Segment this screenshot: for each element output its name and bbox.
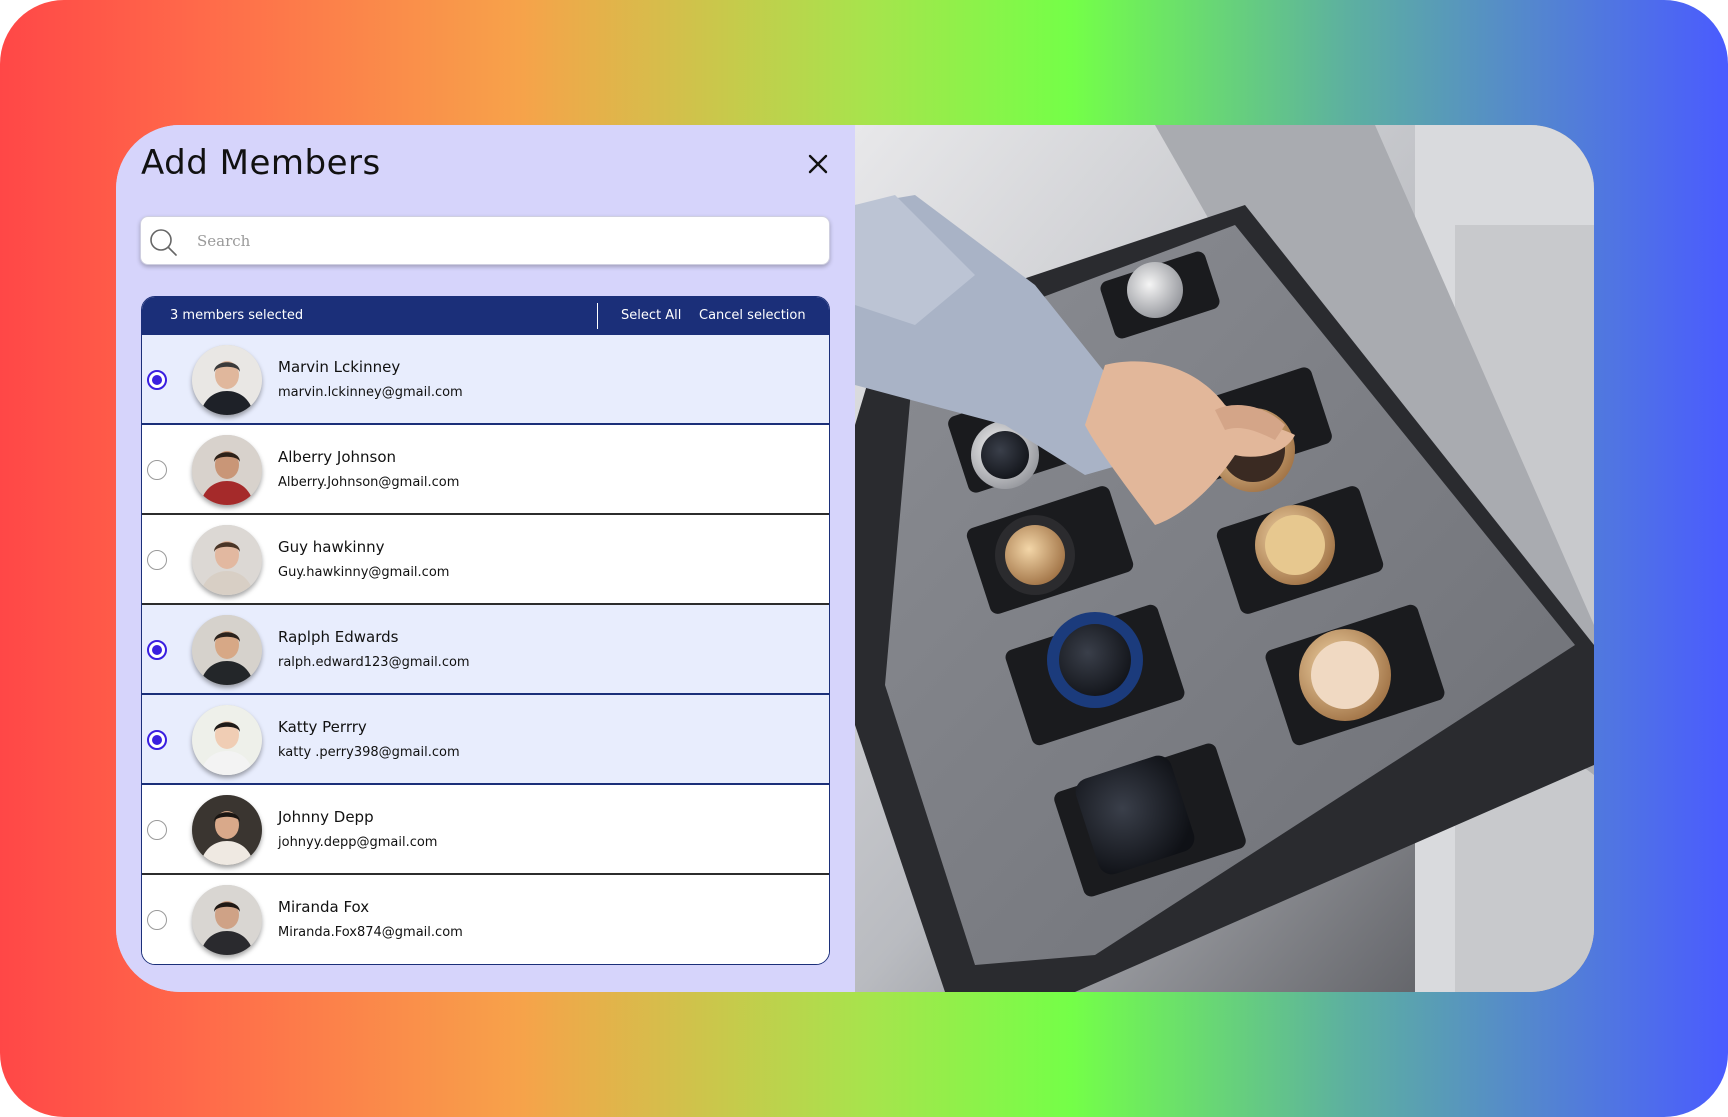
- member-row[interactable]: Johnny Depp johnyy.depp@gmail.com: [142, 785, 829, 875]
- member-name: Katty Perrry: [278, 718, 367, 736]
- gradient-background: Add Members 3 members selected Se: [0, 0, 1728, 1117]
- member-email: ralph.edward123@gmail.com: [278, 655, 470, 670]
- avatar: [192, 435, 262, 505]
- avatar: [192, 345, 262, 415]
- member-select-radio[interactable]: [147, 640, 167, 660]
- selected-count: 3 members selected: [170, 308, 304, 323]
- member-select-radio[interactable]: [147, 550, 167, 570]
- watch-box-photo: [855, 125, 1594, 992]
- member-name: Raplph Edwards: [278, 628, 399, 646]
- search-input[interactable]: [197, 225, 817, 257]
- avatar: [192, 705, 262, 775]
- member-email: Miranda.Fox874@gmail.com: [278, 925, 463, 940]
- header-divider: [597, 303, 598, 329]
- member-email: Guy.hawkinny@gmail.com: [278, 565, 450, 580]
- member-name: Miranda Fox: [278, 898, 370, 916]
- selection-bar: 3 members selected Select All Cancel sel…: [142, 297, 829, 335]
- avatar: [192, 795, 262, 865]
- member-select-radio[interactable]: [147, 730, 167, 750]
- hero-image: [855, 125, 1594, 992]
- close-icon: [808, 154, 828, 174]
- members-list: 3 members selected Select All Cancel sel…: [141, 296, 830, 965]
- member-email: katty .perry398@gmail.com: [278, 745, 460, 760]
- member-select-radio[interactable]: [147, 820, 167, 840]
- member-name: Guy hawkinny: [278, 538, 385, 556]
- search-icon: [150, 229, 177, 256]
- member-select-radio[interactable]: [147, 460, 167, 480]
- cancel-selection-button[interactable]: Cancel selection: [699, 308, 806, 323]
- avatar: [192, 615, 262, 685]
- avatar: [192, 525, 262, 595]
- add-members-dialog: Add Members 3 members selected Se: [116, 125, 1594, 992]
- select-all-button[interactable]: Select All: [621, 308, 681, 323]
- member-email: johnyy.depp@gmail.com: [278, 835, 438, 850]
- search-box: [140, 216, 830, 265]
- dialog-title: Add Members: [141, 143, 381, 183]
- member-select-radio[interactable]: [147, 370, 167, 390]
- member-email: marvin.lckinney@gmail.com: [278, 385, 463, 400]
- member-name: Johnny Depp: [278, 808, 374, 826]
- member-name: Marvin Lckinney: [278, 358, 401, 376]
- member-row[interactable]: Marvin Lckinney marvin.lckinney@gmail.com: [142, 335, 829, 425]
- member-name: Alberry Johnson: [278, 448, 397, 466]
- member-row[interactable]: Miranda Fox Miranda.Fox874@gmail.com: [142, 875, 829, 964]
- member-row[interactable]: Katty Perrry katty .perry398@gmail.com: [142, 695, 829, 785]
- member-row[interactable]: Raplph Edwards ralph.edward123@gmail.com: [142, 605, 829, 695]
- close-button[interactable]: [804, 150, 832, 178]
- members-panel: Add Members 3 members selected Se: [116, 125, 855, 992]
- member-row[interactable]: Alberry Johnson Alberry.Johnson@gmail.com: [142, 425, 829, 515]
- member-row[interactable]: Guy hawkinny Guy.hawkinny@gmail.com: [142, 515, 829, 605]
- avatar: [192, 885, 262, 955]
- member-email: Alberry.Johnson@gmail.com: [278, 475, 460, 490]
- member-select-radio[interactable]: [147, 910, 167, 930]
